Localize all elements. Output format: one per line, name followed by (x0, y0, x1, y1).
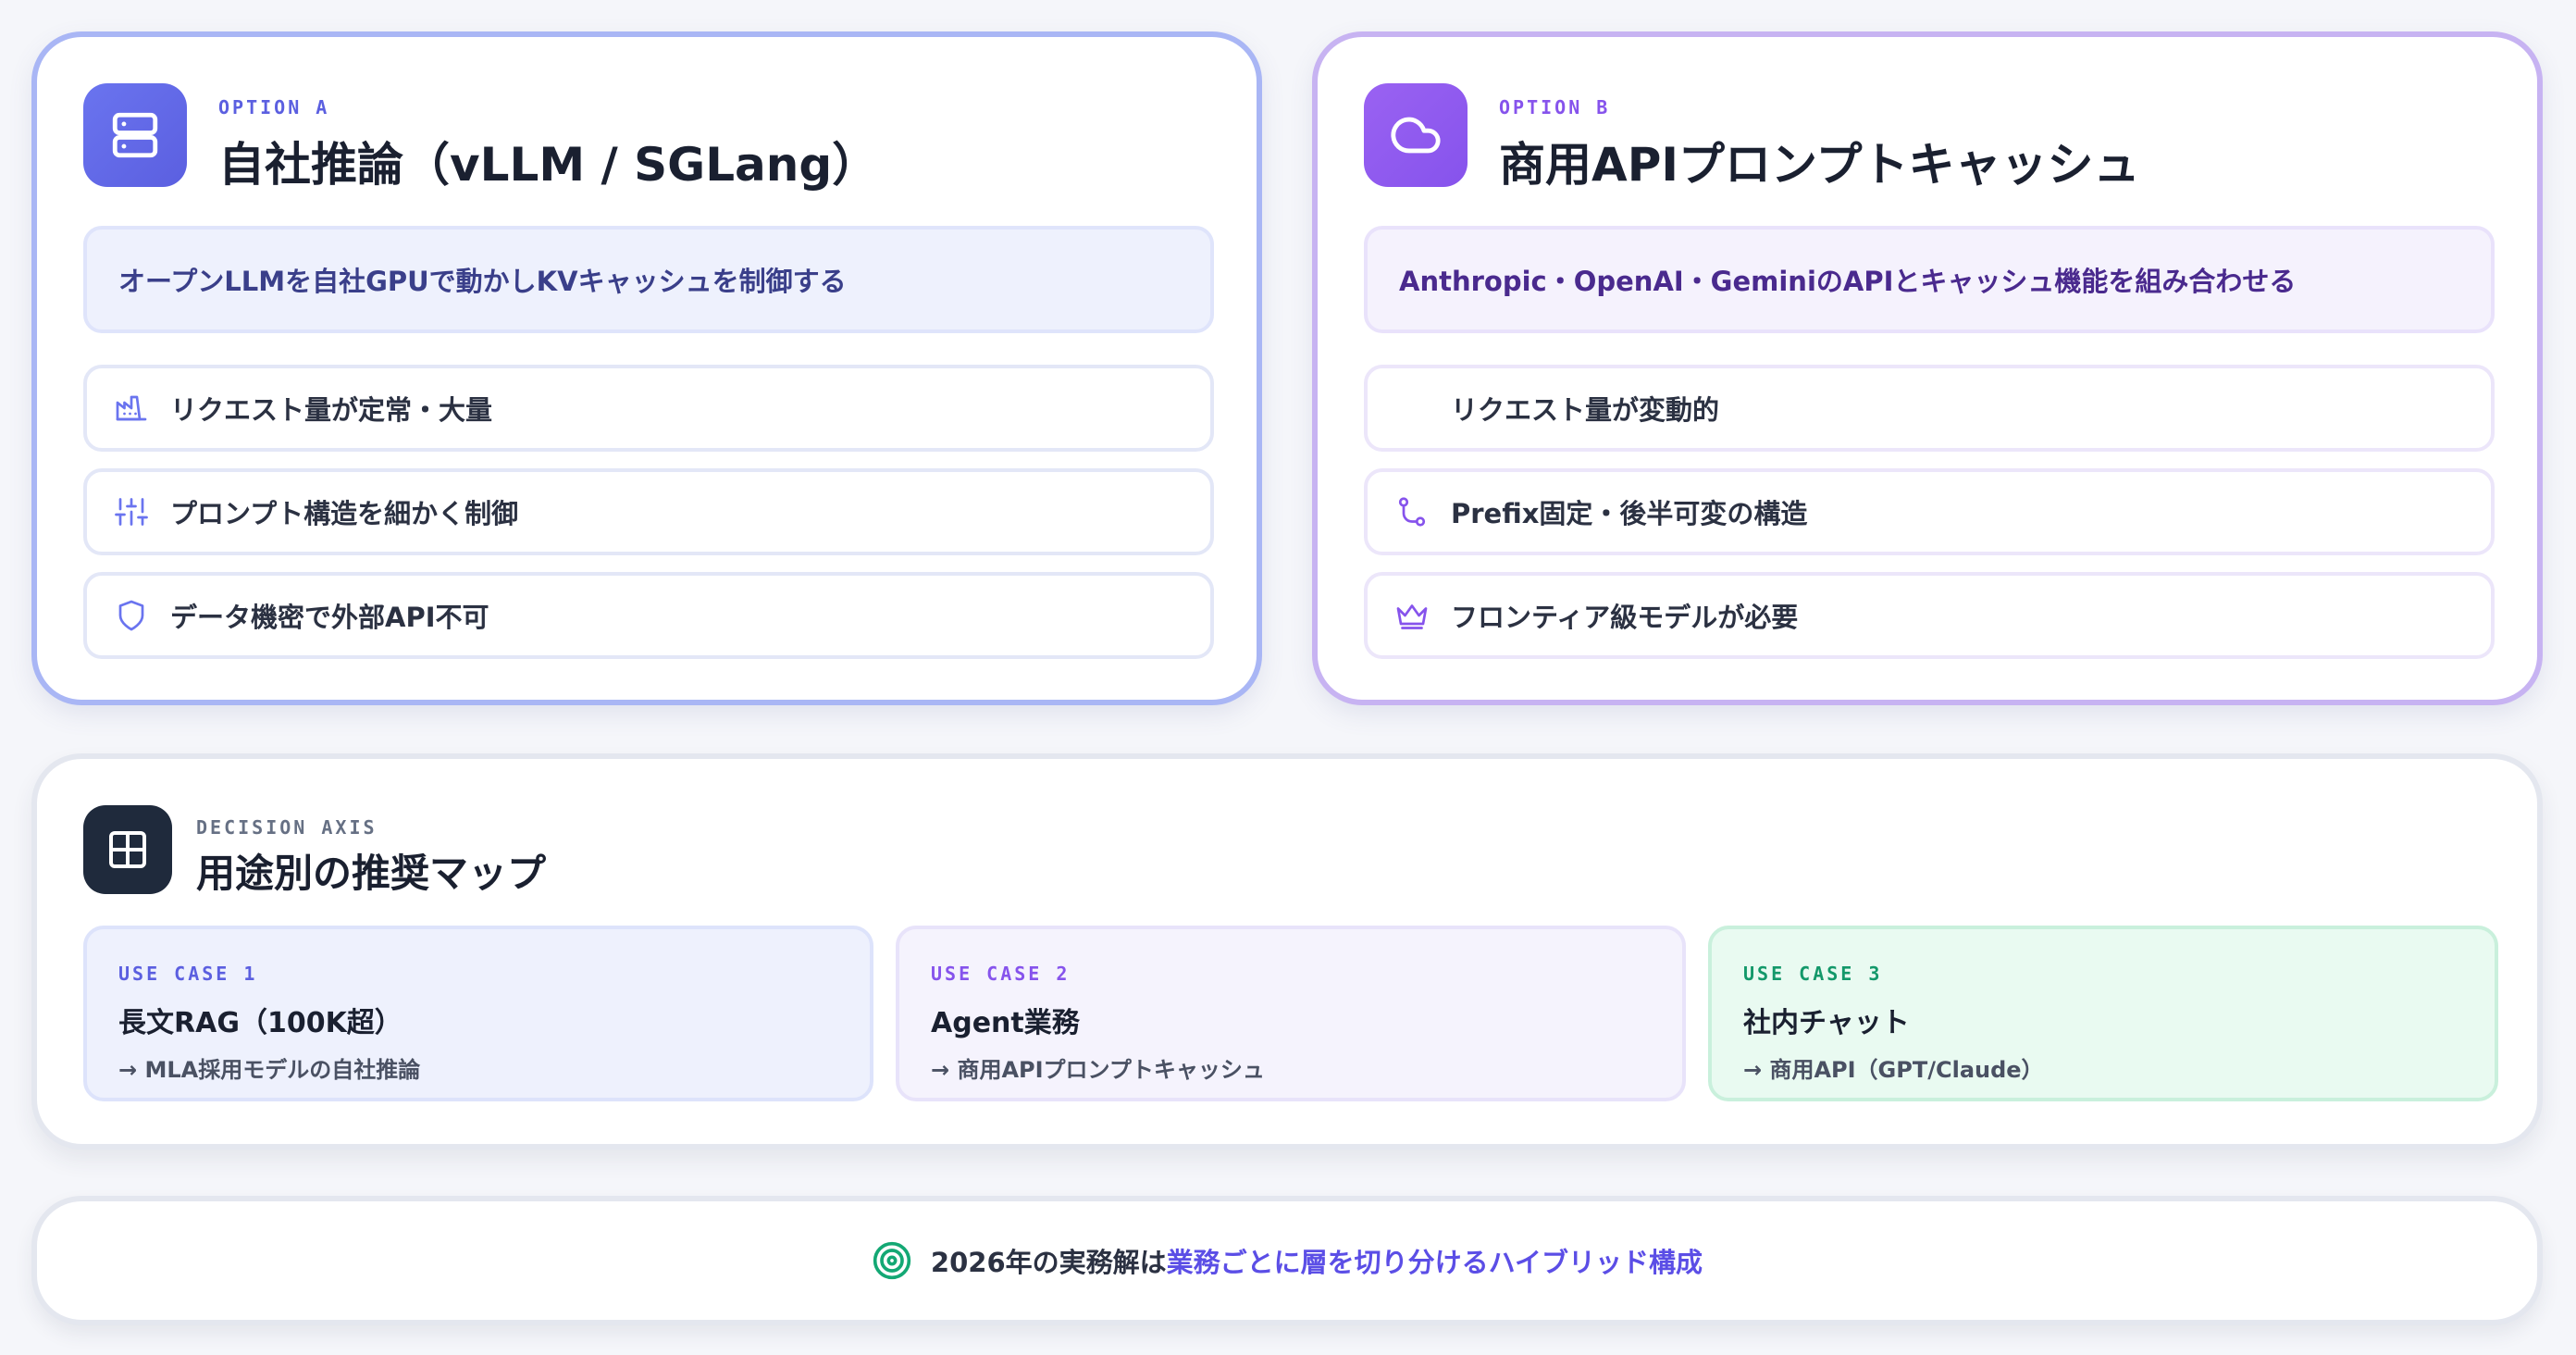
server-icon (83, 83, 187, 187)
use-case-kicker: USE CASE 2 (931, 963, 1071, 985)
use-case-card: USE CASE 2 Agent業務 → 商用APIプロンプトキャッシュ (896, 926, 1686, 1101)
use-case-card: USE CASE 1 長文RAG（100K超） → MLA採用モデルの自社推論 (83, 926, 873, 1101)
sliders-icon (111, 491, 152, 532)
option-a-card: OPTION A 自社推論（vLLM / SGLang） オープンLLMを自社G… (31, 31, 1262, 705)
option-a-feature-3: データ機密で外部API不可 (83, 572, 1214, 659)
option-a-description: オープンLLMを自社GPUで動かしKVキャッシュを制御する (83, 226, 1214, 333)
option-b-card: OPTION B 商用APIプロンプトキャッシュ Anthropic・OpenA… (1312, 31, 2543, 705)
conclusion-bar: 2026年の実務解は 業務ごとに層を切り分けるハイブリッド構成 (31, 1196, 2543, 1325)
option-a-feature-label: プロンプト構造を細かく制御 (170, 498, 519, 529)
use-case-card: USE CASE 3 社内チャット → 商用API（GPT/Claude） (1708, 926, 2498, 1101)
option-a-feature-label: リクエスト量が定常・大量 (170, 394, 493, 426)
option-b-feature-1: リクエスト量が変動的 (1364, 365, 2495, 452)
decision-axis-kicker: DECISION AXIS (196, 816, 378, 839)
decision-axis-panel: DECISION AXIS 用途別の推奨マップ USE CASE 1 長文RAG… (31, 753, 2543, 1150)
option-b-feature-label: フロンティア級モデルが必要 (1451, 602, 1799, 633)
option-a-title: 自社推論（vLLM / SGLang） (218, 138, 879, 192)
target-icon (872, 1240, 912, 1281)
use-case-title: Agent業務 (931, 1007, 1080, 1039)
use-case-recommendation: → MLA採用モデルの自社推論 (118, 1057, 421, 1083)
option-b-feature-label: リクエスト量が変動的 (1451, 394, 1720, 426)
crown-icon (1392, 595, 1432, 636)
use-case-recommendation: → 商用APIプロンプトキャッシュ (931, 1057, 1265, 1083)
conclusion-prefix: 2026年の実務解は (930, 1247, 1167, 1278)
use-case-kicker: USE CASE 3 (1743, 963, 1883, 985)
option-b-kicker: OPTION B (1499, 96, 1611, 118)
option-a-feature-2: プロンプト構造を細かく制御 (83, 468, 1214, 555)
option-b-feature-label: Prefix固定・後半可変の構造 (1451, 498, 1808, 529)
use-case-title: 長文RAG（100K超） (118, 1007, 402, 1039)
git-branch-icon (1392, 491, 1432, 532)
cloud-icon (1364, 83, 1468, 187)
use-case-recommendation: → 商用API（GPT/Claude） (1743, 1057, 2044, 1083)
factory-icon (111, 388, 152, 429)
option-a-feature-1: リクエスト量が定常・大量 (83, 365, 1214, 452)
layout-grid-icon (83, 805, 172, 894)
conclusion-emphasis: 業務ごとに層を切り分けるハイブリッド構成 (1166, 1247, 1703, 1278)
option-b-description: Anthropic・OpenAI・GeminiのAPIとキャッシュ機能を組み合わ… (1364, 226, 2495, 333)
blank-icon (1392, 388, 1432, 429)
option-b-title: 商用APIプロンプトキャッシュ (1499, 138, 2140, 192)
option-a-kicker: OPTION A (218, 96, 330, 118)
shield-icon (111, 595, 152, 636)
decision-axis-title: 用途別の推奨マップ (196, 851, 547, 896)
use-case-kicker: USE CASE 1 (118, 963, 258, 985)
option-a-feature-label: データ機密で外部API不可 (170, 602, 489, 633)
use-case-title: 社内チャット (1743, 1007, 1910, 1039)
option-b-feature-2: Prefix固定・後半可変の構造 (1364, 468, 2495, 555)
option-b-feature-3: フロンティア級モデルが必要 (1364, 572, 2495, 659)
page: OPTION A 自社推論（vLLM / SGLang） オープンLLMを自社G… (0, 0, 2576, 1355)
